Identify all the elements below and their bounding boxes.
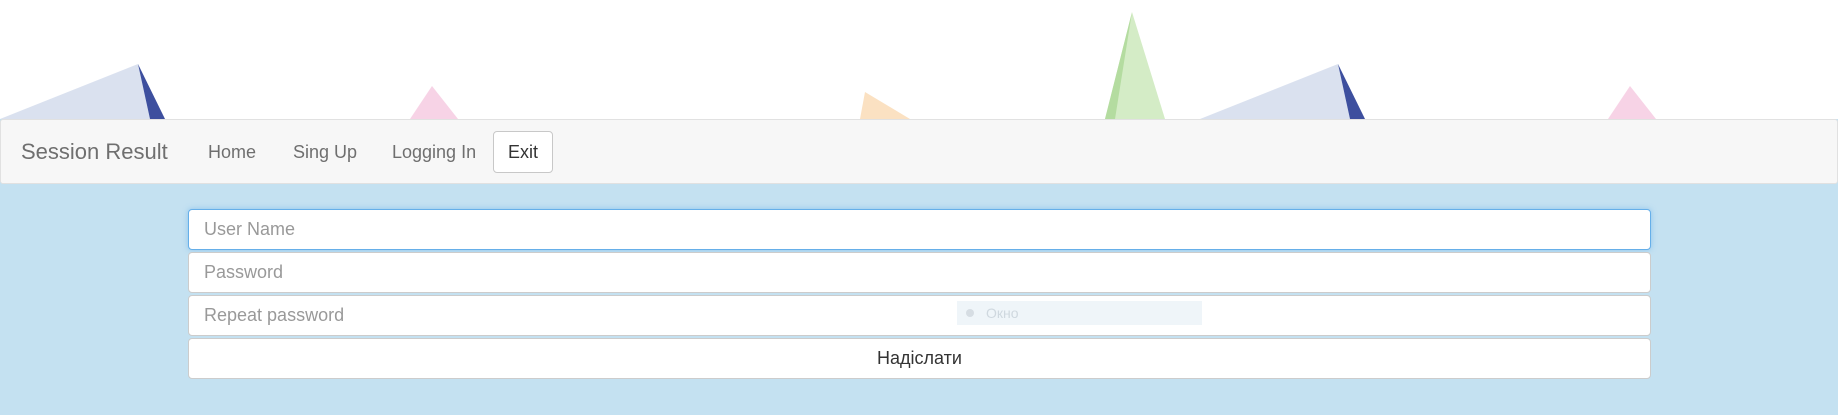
decorative-pyramids — [0, 12, 1656, 119]
pyramid-right-face — [1200, 64, 1350, 119]
username-input[interactable] — [188, 209, 1651, 250]
nav-sign-up[interactable]: Sing Up — [293, 142, 357, 163]
pyramid-pink-right — [1608, 86, 1656, 119]
password-input[interactable] — [188, 252, 1651, 293]
pyramid-orange — [860, 92, 910, 119]
nav-login[interactable]: Logging In — [392, 142, 476, 163]
overlay-label: Окно — [986, 305, 1019, 321]
pyramid-pink-left — [410, 86, 458, 119]
exit-button[interactable]: Exit — [493, 131, 553, 173]
pyramid-left-face — [0, 64, 150, 119]
nav-home[interactable]: Home — [208, 142, 256, 163]
header-banner — [0, 0, 1838, 119]
floating-window-overlay: Окно — [957, 301, 1202, 325]
submit-button[interactable]: Надіслати — [188, 338, 1651, 379]
window-dot-icon — [966, 309, 974, 317]
top-navbar: Session Result Home Sing Up Logging In E… — [0, 119, 1838, 184]
brand-link[interactable]: Session Result — [21, 139, 168, 165]
repeat-password-input[interactable] — [188, 295, 1651, 336]
